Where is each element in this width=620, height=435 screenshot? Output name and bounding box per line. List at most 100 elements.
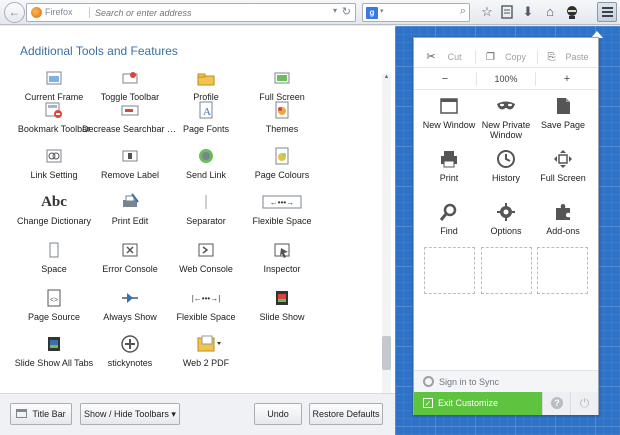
svg-text:←•••→: ←•••→: [270, 198, 294, 207]
menu-item-print[interactable]: Print: [420, 149, 478, 199]
palette-title: Additional Tools and Features: [20, 44, 178, 58]
copy-button[interactable]: ❐ Copy: [476, 46, 536, 68]
page-colours-icon: [272, 146, 292, 166]
palette-item-themes[interactable]: Themes: [234, 100, 330, 144]
palette-item-flexible-space[interactable]: ←•••→ Flexible Space: [234, 192, 330, 236]
scissors-icon: ✂: [426, 51, 436, 63]
download-icon[interactable]: ⬇: [520, 4, 536, 20]
edit-controls: ✂ Cut ❐ Copy ⎘ Paste: [414, 46, 598, 68]
help-button[interactable]: ?: [542, 392, 570, 415]
url-input[interactable]: [95, 5, 315, 20]
menu-item-save-page[interactable]: Save Page: [534, 96, 592, 146]
palette-scrollbar[interactable]: ▲: [382, 74, 391, 393]
fullscreen-icon: [553, 149, 573, 169]
show-hide-toolbars-button[interactable]: Show / Hide Toolbars ▾: [80, 403, 180, 425]
customize-palette: Additional Tools and Features Current Fr…: [0, 26, 395, 393]
page-source-icon: <>: [44, 288, 64, 308]
search-icon[interactable]: ⌕: [460, 5, 466, 18]
separator-icon: [196, 192, 216, 212]
history-icon: [496, 149, 516, 169]
menu-item-options[interactable]: Options: [477, 202, 535, 252]
url-brand-label: Firefox: [45, 7, 73, 17]
menu-item-new-private-window[interactable]: New Private Window: [477, 96, 535, 146]
new-window-icon: [439, 96, 459, 116]
quit-icon[interactable]: ⏻: [570, 392, 598, 415]
save-page-icon: [553, 96, 573, 116]
menu-panel: ✂ Cut ❐ Copy ⎘ Paste − 100% + New Window Ne…: [413, 37, 599, 415]
web-console-icon: [196, 240, 216, 260]
flexible-space-icon: |←•••→|: [186, 288, 226, 308]
menu-item-find[interactable]: Find: [420, 202, 478, 252]
search-engine-dropdown-icon[interactable]: ▾: [380, 7, 384, 15]
sign-in-sync-button[interactable]: Sign in to Sync: [414, 370, 598, 392]
url-bar[interactable]: Firefox ▾ ↻: [26, 3, 356, 22]
ninja-icon[interactable]: [564, 4, 580, 20]
slide-show-all-icon: [44, 334, 64, 354]
back-icon[interactable]: ←: [4, 2, 25, 23]
profile-icon: [196, 68, 216, 88]
toggle-toolbar-icon: [120, 68, 140, 88]
reload-icon[interactable]: ↻: [342, 5, 351, 18]
empty-menu-slot[interactable]: [481, 247, 532, 294]
cut-button[interactable]: ✂ Cut: [414, 46, 474, 68]
undo-button[interactable]: Undo: [254, 403, 302, 425]
exit-customize-button[interactable]: ✓ Exit Customize: [414, 392, 542, 415]
paste-button[interactable]: ⎘ Paste: [538, 46, 598, 68]
checkmark-icon: ✓: [423, 398, 433, 408]
firefox-identity-icon[interactable]: [31, 7, 42, 18]
search-engine-icon[interactable]: g: [366, 7, 378, 19]
addons-icon: [553, 202, 573, 222]
link-setting-icon: [44, 146, 64, 166]
title-bar-button[interactable]: Title Bar: [10, 403, 72, 425]
menu-item-history[interactable]: History: [477, 149, 535, 199]
palette-scrollbar-thumb[interactable]: [382, 336, 391, 370]
url-history-dropdown-icon[interactable]: ▾: [333, 6, 337, 15]
palette-item-page-colours[interactable]: Page Colours: [234, 146, 330, 190]
inspector-icon: [272, 240, 292, 260]
reading-list-icon[interactable]: [499, 4, 515, 20]
customize-bottom-bar: Title Bar Show / Hide Toolbars ▾ Undo Re…: [0, 393, 395, 435]
zoom-out-button[interactable]: −: [414, 68, 476, 90]
decrease-searchbar-icon: [120, 100, 140, 120]
empty-menu-slot[interactable]: [424, 247, 475, 294]
help-icon: ?: [551, 397, 563, 409]
hamburger-menu-icon[interactable]: [597, 2, 617, 22]
svg-text:A: A: [203, 106, 211, 118]
sync-icon: [423, 376, 434, 387]
space-icon: [44, 240, 64, 260]
frame-icon: [44, 68, 64, 88]
always-show-icon: [120, 288, 140, 308]
themes-icon: [272, 100, 292, 120]
zoom-in-button[interactable]: +: [536, 68, 598, 90]
paste-icon: ⎘: [547, 52, 556, 63]
palette-item-web-2-pdf[interactable]: Web 2 PDF: [158, 334, 254, 378]
copy-icon: ❐: [486, 52, 495, 63]
options-icon: [496, 202, 516, 222]
restore-defaults-button[interactable]: Restore Defaults: [309, 403, 383, 425]
send-link-icon: [196, 146, 216, 166]
url-divider: [89, 7, 90, 18]
palette-item-inspector[interactable]: Inspector: [234, 240, 330, 284]
zoom-controls: − 100% +: [414, 68, 598, 90]
home-icon[interactable]: ⌂: [542, 4, 558, 20]
menu-item-add-ons[interactable]: Add-ons: [534, 202, 592, 252]
print-icon: [439, 149, 459, 169]
palette-item-slide-show[interactable]: Slide Show: [234, 288, 330, 332]
empty-menu-slot[interactable]: [537, 247, 588, 294]
bookmark-toolbar-icon: [44, 100, 64, 120]
search-bar[interactable]: g ▾ ⌕: [362, 3, 470, 22]
slide-show-icon: [272, 288, 292, 308]
scroll-up-arrow-icon[interactable]: ▲: [382, 74, 391, 82]
svg-text:<>: <>: [50, 297, 58, 304]
menu-item-new-window[interactable]: New Window: [420, 96, 478, 146]
bookmark-star-icon[interactable]: ☆: [479, 4, 495, 20]
error-console-icon: [120, 240, 140, 260]
find-icon: [439, 202, 459, 222]
zoom-reset-button[interactable]: 100%: [477, 68, 535, 90]
title-bar-icon: [16, 409, 28, 419]
page-fonts-icon: A: [196, 100, 216, 120]
menu-item-full-screen[interactable]: Full Screen: [534, 149, 592, 199]
remove-label-icon: [120, 146, 140, 166]
private-window-icon: [496, 96, 516, 116]
dictionary-icon: Abc: [41, 194, 67, 210]
